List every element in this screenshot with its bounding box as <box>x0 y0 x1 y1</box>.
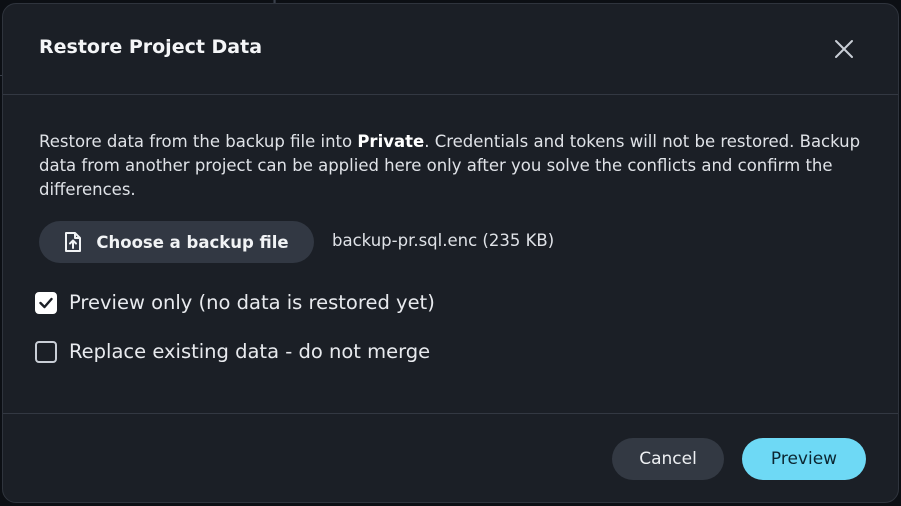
dialog-title: Restore Project Data <box>39 36 263 58</box>
choose-backup-file-label: Choose a backup file <box>96 232 289 252</box>
check-icon <box>39 297 53 308</box>
dialog-footer: Cancel Preview <box>3 413 898 502</box>
file-upload-icon <box>65 232 82 252</box>
dialog-body: Restore data from the backup file into P… <box>3 95 898 413</box>
project-name: Private <box>357 132 425 151</box>
dialog-header: Restore Project Data <box>3 4 898 95</box>
choose-backup-file-button[interactable]: Choose a backup file <box>39 221 314 263</box>
replace-existing-option[interactable]: Replace existing data - do not merge <box>35 340 430 363</box>
replace-existing-checkbox[interactable] <box>35 340 57 363</box>
preview-only-checkbox[interactable] <box>35 291 57 314</box>
dialog-description: Restore data from the backup file into P… <box>39 130 879 202</box>
close-button[interactable] <box>829 34 859 64</box>
replace-existing-label: Replace existing data - do not merge <box>69 340 431 363</box>
preview-button[interactable]: Preview <box>742 438 866 480</box>
selected-file-name: backup-pr.sql.enc (235 KB) <box>332 231 555 250</box>
close-icon <box>835 40 853 58</box>
preview-only-label: Preview only (no data is restored yet) <box>69 291 435 314</box>
cancel-button[interactable]: Cancel <box>612 438 724 480</box>
restore-dialog: Restore Project Data Restore data from t… <box>2 3 899 503</box>
description-text-start: Restore data from the backup file into <box>39 132 358 151</box>
preview-only-option[interactable]: Preview only (no data is restored yet) <box>35 291 435 314</box>
